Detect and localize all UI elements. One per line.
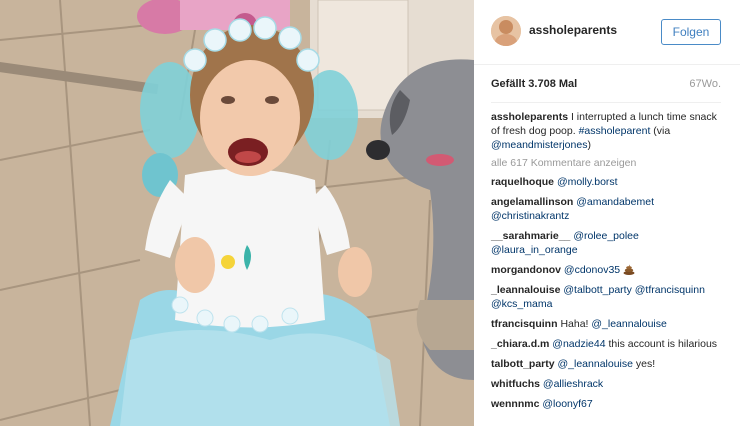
comment-item: _chiara.d.m @nadzie44 this account is hi… xyxy=(491,337,723,351)
comment-item: whitfuchs @allieshrack xyxy=(491,377,723,391)
comment-text: this account is hilarious xyxy=(605,338,718,350)
post-caption: assholeparents I interrupted a lunch tim… xyxy=(491,110,721,152)
comment-username[interactable]: angelamallinson xyxy=(491,196,573,208)
divider xyxy=(491,102,721,103)
photo-illustration xyxy=(0,0,474,426)
comment-mention-link[interactable]: @_leannalouise xyxy=(558,358,633,370)
post-side-panel: assholeparents Folgen Gefällt 3.708 Mal … xyxy=(474,0,740,426)
comment-mention-link[interactable]: @_leannalouise xyxy=(591,318,666,330)
comment-username[interactable]: whitfuchs xyxy=(491,378,540,390)
post-header: assholeparents Folgen xyxy=(474,0,740,65)
comment-mention-link[interactable]: @allieshrack xyxy=(543,378,603,390)
comment-username[interactable]: _chiara.d.m xyxy=(491,338,549,350)
instagram-post: assholeparents Folgen Gefällt 3.708 Mal … xyxy=(0,0,740,426)
comment-mention-link[interactable]: @christinakrantz xyxy=(491,210,569,222)
comment-item: angelamallinson @amandabemet @christinak… xyxy=(491,195,723,223)
comment-mention-link[interactable]: @talbott_party xyxy=(563,284,631,296)
avatar[interactable] xyxy=(491,16,521,46)
comment-mention-link[interactable]: @laura_in_orange xyxy=(491,244,578,256)
comment-mention-link[interactable]: @tfrancisquinn xyxy=(635,284,705,296)
caption-mention[interactable]: @meandmisterjones xyxy=(491,139,587,151)
caption-text: ) xyxy=(587,139,591,151)
comment-text: Haha! xyxy=(560,318,592,330)
poop-emoji-icon xyxy=(623,264,635,275)
comment-item: _leannalouise @talbott_party @tfrancisqu… xyxy=(491,283,723,311)
post-username[interactable]: assholeparents xyxy=(529,23,617,37)
comment-mention-link[interactable]: @loonyf67 xyxy=(542,398,592,410)
comment-username[interactable]: raquelhoque xyxy=(491,176,554,188)
comment-mention-link[interactable]: @cdonov35 xyxy=(564,264,620,276)
follow-button[interactable]: Folgen xyxy=(661,19,721,45)
comment-username[interactable]: morgandonov xyxy=(491,264,561,276)
comment-mention-link[interactable]: @amandabemet xyxy=(576,196,654,208)
comment-mention-link[interactable]: @rolee_polee xyxy=(573,230,639,242)
comment-username[interactable]: tfrancisquinn xyxy=(491,318,558,330)
comment-username[interactable]: talbott_party xyxy=(491,358,555,370)
comments-list: raquelhoque @molly.borst angelamallinson … xyxy=(491,175,723,417)
comment-username[interactable]: wennnmc xyxy=(491,398,539,410)
load-more-comments-link[interactable]: alle 617 Kommentare anzeigen xyxy=(491,157,636,169)
caption-hashtag[interactable]: #assholeparent xyxy=(579,125,651,137)
comment-item: talbott_party @_leannalouise yes! xyxy=(491,357,723,371)
post-photo[interactable] xyxy=(0,0,474,426)
comment-mention-link[interactable]: @molly.borst xyxy=(557,176,618,188)
comment-mention-link[interactable]: @kcs_mama xyxy=(491,298,552,310)
comment-mention-link[interactable]: @nadzie44 xyxy=(552,338,605,350)
comment-item: tfrancisquinn Haha! @_leannalouise xyxy=(491,317,723,331)
comment-item: __sarahmarie__ @rolee_polee @laura_in_or… xyxy=(491,229,723,257)
avatar-icon xyxy=(491,16,521,46)
comment-username[interactable]: _leannalouise xyxy=(491,284,560,296)
post-age[interactable]: 67Wo. xyxy=(689,78,721,90)
comment-text: yes! xyxy=(632,358,656,370)
comment-username[interactable]: __sarahmarie__ xyxy=(491,230,570,242)
comment-item: raquelhoque @molly.borst xyxy=(491,175,723,189)
post-meta: Gefällt 3.708 Mal 67Wo. xyxy=(491,78,721,94)
caption-username[interactable]: assholeparents xyxy=(491,111,568,123)
comment-item: wennnmc @loonyf67 xyxy=(491,397,723,411)
comment-item: morgandonov @cdonov35 xyxy=(491,263,723,277)
caption-text: (via xyxy=(650,125,671,137)
likes-count[interactable]: Gefällt 3.708 Mal xyxy=(491,78,577,90)
